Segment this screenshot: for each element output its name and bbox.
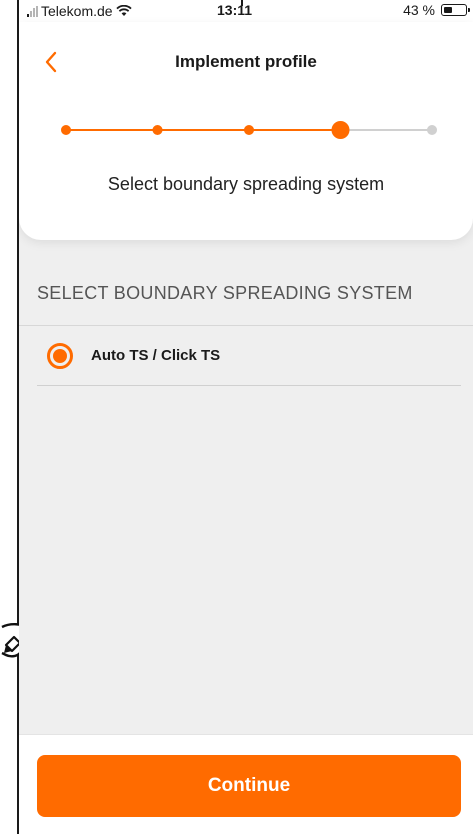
status-left: Telekom.de xyxy=(27,3,132,19)
signal-bar xyxy=(30,10,32,17)
left-gutter xyxy=(0,0,17,834)
battery-nub xyxy=(468,8,470,12)
battery-fill xyxy=(443,6,453,13)
status-right: 43 % xyxy=(403,2,470,18)
stepper-step xyxy=(427,125,437,135)
signal-icon xyxy=(27,5,38,17)
option-auto-ts-click-ts[interactable]: Auto TS / Click TS xyxy=(37,326,461,385)
option-label: Auto TS / Click TS xyxy=(91,347,221,364)
radio-dot xyxy=(53,348,67,363)
app-screen: Telekom.de 13:11 43 % Implement profile xyxy=(19,0,473,834)
signal-bar xyxy=(27,13,29,17)
stepper-step xyxy=(152,125,163,135)
status-bar: Telekom.de 13:11 43 % xyxy=(19,0,473,22)
page-title: Implement profile xyxy=(175,52,317,71)
step-subtitle: Select boundary spreading system xyxy=(107,174,385,194)
stepper-current-step xyxy=(331,121,350,139)
bottom-bar: Continue xyxy=(19,734,473,834)
battery-percent: 43 % xyxy=(403,2,435,18)
status-time: 13:11 xyxy=(217,2,253,18)
signal-bar xyxy=(36,5,38,17)
battery-icon xyxy=(441,4,470,16)
signal-bar xyxy=(33,8,35,17)
carrier-name: Telekom.de xyxy=(41,3,113,19)
section-heading: SELECT BOUNDARY SPREADING SYSTEM xyxy=(37,283,413,303)
radio-selected-icon[interactable] xyxy=(47,342,73,369)
wifi-icon xyxy=(115,5,132,16)
header-card: Implement profile Select boundary spread… xyxy=(19,22,473,240)
stepper-step xyxy=(61,125,71,135)
option-divider xyxy=(37,385,461,386)
continue-button[interactable]: Continue xyxy=(37,755,461,817)
stepper-step xyxy=(244,125,254,135)
progress-stepper xyxy=(61,121,437,139)
